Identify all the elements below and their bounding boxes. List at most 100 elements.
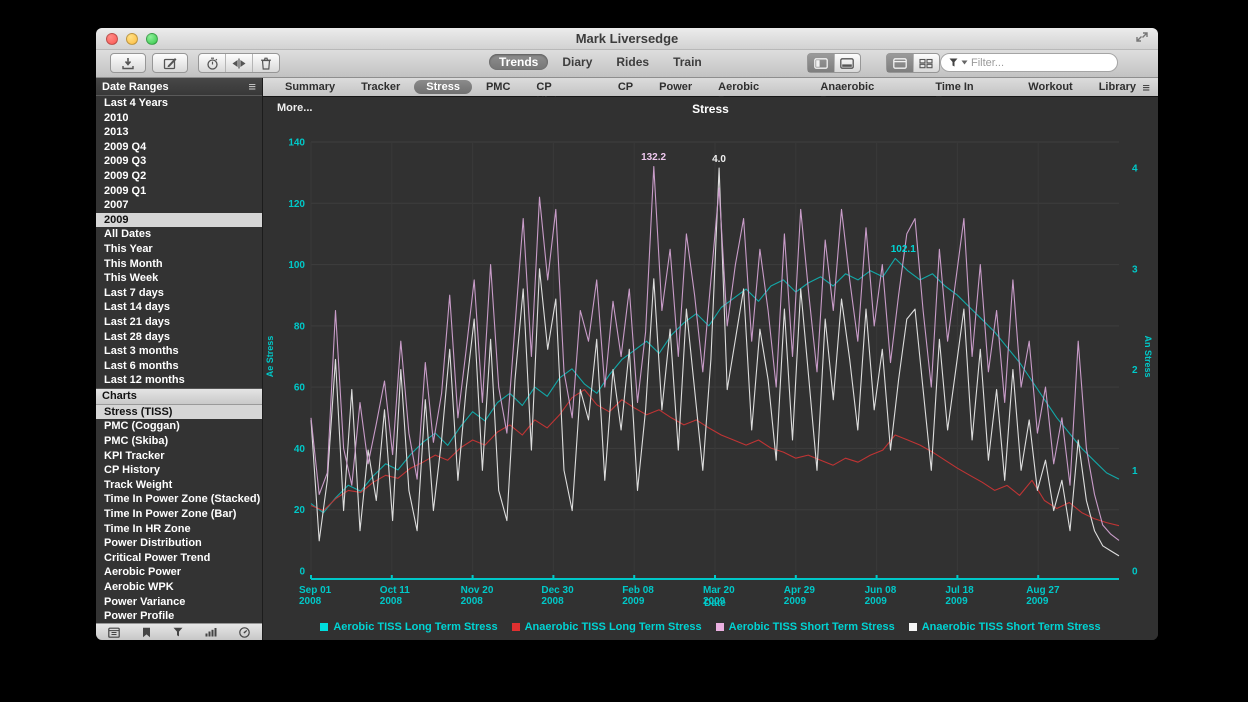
filter-field[interactable]: Filter... xyxy=(940,53,1118,72)
date-range-item[interactable]: This Month xyxy=(96,257,262,272)
date-range-item[interactable]: Last 28 days xyxy=(96,330,262,345)
chart-list-item[interactable]: Power Profile xyxy=(96,609,262,623)
chart-list-item[interactable]: CP History xyxy=(96,463,262,478)
filter-funnel-icon[interactable] xyxy=(173,627,183,637)
tab-pmc[interactable]: PMC xyxy=(474,80,522,94)
calendar-icon[interactable] xyxy=(108,627,120,638)
date-range-item[interactable]: Last 12 months xyxy=(96,373,262,388)
chart-list-item[interactable]: Time In HR Zone xyxy=(96,522,262,537)
svg-text:2009: 2009 xyxy=(945,596,968,607)
bookmark-icon[interactable] xyxy=(142,627,151,638)
chart-list-item[interactable]: Power Distribution xyxy=(96,536,262,551)
tab-summary[interactable]: Summary xyxy=(273,80,347,94)
date-range-item[interactable]: Last 21 days xyxy=(96,315,262,330)
svg-text:80: 80 xyxy=(294,321,306,332)
window-title: Mark Liversedge xyxy=(96,31,1158,46)
tab-cp-history[interactable]: CP History xyxy=(524,80,603,94)
date-range-item[interactable]: Last 7 days xyxy=(96,286,262,301)
svg-text:Aug 27: Aug 27 xyxy=(1026,585,1060,596)
tab-library[interactable]: Library xyxy=(1087,80,1148,94)
tab-tracker[interactable]: Tracker xyxy=(349,80,412,94)
date-range-item[interactable]: This Week xyxy=(96,271,262,286)
legend-label: Anaerobic TISS Short Term Stress xyxy=(922,621,1101,633)
legend-swatch xyxy=(909,623,917,631)
svg-text:60: 60 xyxy=(294,383,306,394)
date-range-item[interactable]: 2010 xyxy=(96,111,262,126)
date-range-item[interactable]: 2009 Q1 xyxy=(96,184,262,199)
stopwatch-button[interactable] xyxy=(199,54,225,72)
view-tiled-button[interactable] xyxy=(887,54,913,72)
svg-text:3: 3 xyxy=(1132,264,1138,275)
bar-chart-icon[interactable] xyxy=(205,627,217,637)
trash-button[interactable] xyxy=(252,54,279,72)
tab-cp[interactable]: CP xyxy=(606,80,645,94)
chart-menu-icon[interactable]: ≡ xyxy=(1142,80,1150,95)
svg-text:2008: 2008 xyxy=(380,596,403,607)
chart-list-item[interactable]: KPI Tracker xyxy=(96,449,262,464)
date-range-item[interactable]: 2009 Q3 xyxy=(96,154,262,169)
legend-swatch xyxy=(512,623,520,631)
app-tab-diary[interactable]: Diary xyxy=(552,54,602,70)
date-range-item[interactable]: Last 4 Years xyxy=(96,96,262,111)
date-range-list: Last 4 Years201020132009 Q42009 Q32009 Q… xyxy=(96,96,262,388)
fullscreen-icon[interactable] xyxy=(1136,31,1148,43)
date-range-item[interactable]: Last 6 months xyxy=(96,359,262,374)
svg-text:20: 20 xyxy=(294,505,306,516)
svg-text:1: 1 xyxy=(1132,466,1138,477)
tab-time-in-zone[interactable]: Time In Zone xyxy=(923,80,1014,94)
legend-item: Anaerobic TISS Short Term Stress xyxy=(909,621,1101,633)
filter-placeholder: Filter... xyxy=(971,57,1004,69)
menu-icon[interactable]: ≡ xyxy=(248,82,256,92)
chart-list-item[interactable]: Track Weight xyxy=(96,478,262,493)
tab-aerobic-power[interactable]: Aerobic Power xyxy=(706,80,806,94)
filter-funnel-icon xyxy=(949,58,958,67)
chart-list-item[interactable]: Aerobic WPK xyxy=(96,580,262,595)
stress-chart: Sep 012008Oct 112008Nov 202008Dec 302008… xyxy=(263,97,1158,640)
date-range-item[interactable]: Last 14 days xyxy=(96,300,262,315)
chart-list-item[interactable]: Power Variance xyxy=(96,595,262,610)
svg-text:Nov 20: Nov 20 xyxy=(461,585,494,596)
chart-list-item[interactable]: PMC (Coggan) xyxy=(96,419,262,434)
title-bar[interactable]: Mark Liversedge xyxy=(96,28,1158,50)
app-tab-trends[interactable]: Trends xyxy=(489,54,548,70)
legend-item: Aerobic TISS Long Term Stress xyxy=(320,621,497,633)
split-button[interactable] xyxy=(225,54,252,72)
app-tab-bar: TrendsDiaryRidesTrain xyxy=(489,54,712,70)
panel-left-toggle[interactable] xyxy=(808,54,834,72)
svg-text:Dec 30: Dec 30 xyxy=(541,585,574,596)
chart-list-item[interactable]: Time In Power Zone (Stacked) xyxy=(96,492,262,507)
svg-text:2009: 2009 xyxy=(865,596,888,607)
date-range-item[interactable]: 2007 xyxy=(96,198,262,213)
tab-workout[interactable]: Workout xyxy=(1016,80,1084,94)
date-range-item[interactable]: 2009 xyxy=(96,213,262,228)
tab-power[interactable]: Power xyxy=(647,80,704,94)
svg-text:120: 120 xyxy=(288,199,305,210)
svg-text:Jun 08: Jun 08 xyxy=(865,585,897,596)
chart-list-item[interactable]: Critical Power Trend xyxy=(96,551,262,566)
app-tab-rides[interactable]: Rides xyxy=(606,54,659,70)
tab-stress[interactable]: Stress xyxy=(414,80,472,94)
chart-list-item[interactable]: Aerobic Power xyxy=(96,565,262,580)
date-range-item[interactable]: 2013 xyxy=(96,125,262,140)
view-grid-button[interactable] xyxy=(913,54,940,72)
download-button[interactable] xyxy=(110,53,146,73)
date-range-item[interactable]: Last 3 months xyxy=(96,344,262,359)
date-range-item[interactable]: 2009 Q4 xyxy=(96,140,262,155)
panel-bottom-toggle[interactable] xyxy=(834,54,861,72)
chart-list-item[interactable]: Stress (TISS) xyxy=(96,405,262,420)
tab-anaerobic-power[interactable]: Anaerobic Power xyxy=(808,80,921,94)
chart-list-item[interactable]: Time In Power Zone (Bar) xyxy=(96,507,262,522)
svg-text:Mar 20: Mar 20 xyxy=(703,585,735,596)
date-range-item[interactable]: This Year xyxy=(96,242,262,257)
svg-text:Feb 08: Feb 08 xyxy=(622,585,654,596)
legend-label: Aerobic TISS Long Term Stress xyxy=(333,621,497,633)
compose-button[interactable] xyxy=(152,53,188,73)
svg-text:Sep 01: Sep 01 xyxy=(299,585,332,596)
app-tab-train[interactable]: Train xyxy=(663,54,712,70)
svg-text:4.0: 4.0 xyxy=(712,154,726,165)
date-range-item[interactable]: All Dates xyxy=(96,227,262,242)
chart-list-item[interactable]: PMC (Skiba) xyxy=(96,434,262,449)
date-range-item[interactable]: 2009 Q2 xyxy=(96,169,262,184)
gauge-icon[interactable] xyxy=(239,627,250,638)
legend-item: Anaerobic TISS Long Term Stress xyxy=(512,621,702,633)
